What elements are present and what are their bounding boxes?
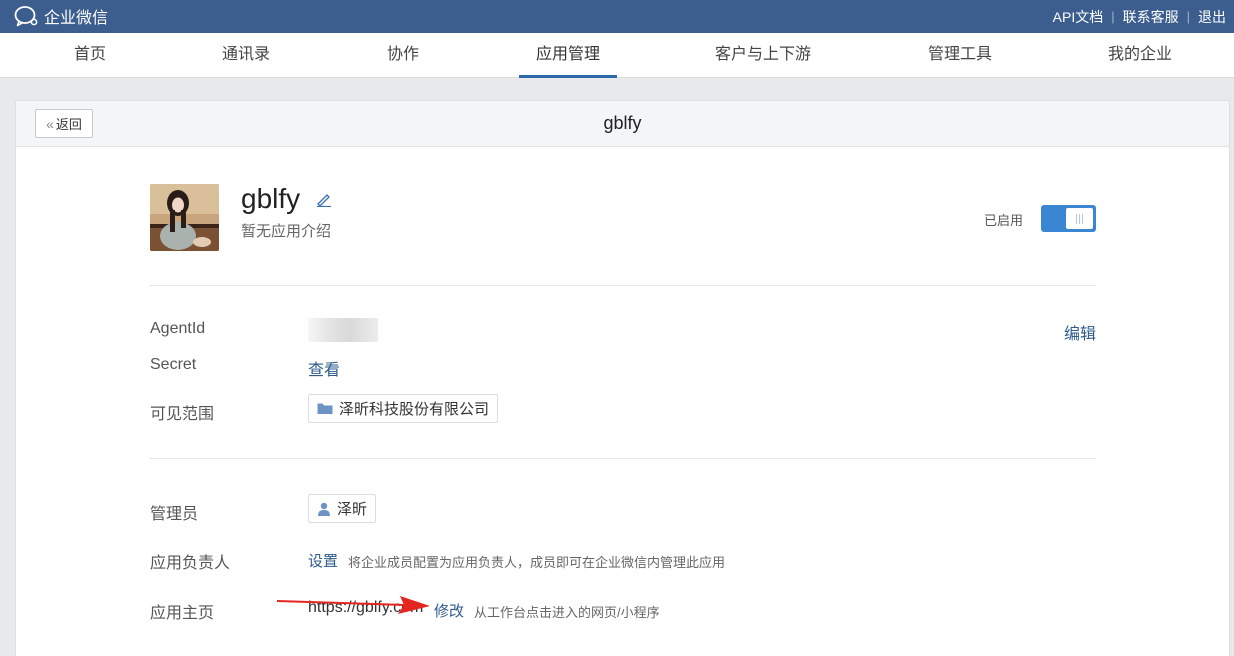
contact-support-link[interactable]: 联系客服	[1115, 7, 1187, 27]
nav-item-admin-tools[interactable]: 管理工具	[918, 33, 1002, 78]
logout-link[interactable]: 退出	[1190, 7, 1234, 27]
nav-item-app-management[interactable]: 应用管理	[519, 33, 617, 78]
visible-scope-tag[interactable]: 泽昕科技股份有限公司	[308, 394, 499, 423]
app-description: 暂无应用介绍	[241, 223, 332, 240]
admin-label: 管理员	[150, 506, 199, 523]
nav-item-my-company[interactable]: 我的企业	[1096, 33, 1184, 78]
set-owner-link[interactable]: 设置	[308, 550, 338, 571]
logo[interactable]: 企业微信	[14, 5, 108, 27]
app-name: gblfy	[241, 183, 301, 214]
divider	[150, 285, 1096, 286]
agentid-label: AgentId	[150, 320, 206, 337]
nav-item-collaboration[interactable]: 协作	[372, 33, 434, 78]
modify-homepage-link[interactable]: 修改	[434, 600, 464, 621]
homepage-label: 应用主页	[150, 605, 215, 622]
view-secret-link[interactable]: 查看	[308, 356, 340, 380]
admin-tag[interactable]: 泽昕	[308, 494, 377, 523]
api-docs-link[interactable]: API文档	[1045, 7, 1112, 27]
visible-scope-label: 可见范围	[150, 406, 215, 423]
user-icon	[318, 502, 330, 516]
app-owner-label: 应用负责人	[150, 555, 231, 572]
status-label: 已启用	[984, 213, 1024, 228]
owner-hint: 将企业成员配置为应用负责人，成员即可在企业微信内管理此应用	[348, 555, 726, 570]
nav-item-contacts[interactable]: 通讯录	[210, 33, 282, 78]
admin-name: 泽昕	[337, 501, 368, 518]
agentid-value-redacted	[308, 318, 378, 342]
app-detail-panel: « 返回 gblfy gblfy 暂无应用介绍 已启用 AgentId 编辑 S…	[15, 100, 1230, 656]
red-arrow-annotation	[277, 596, 430, 614]
secret-label: Secret	[150, 356, 197, 373]
enable-toggle[interactable]	[1041, 205, 1096, 232]
folder-icon	[317, 403, 333, 414]
visible-scope-value: 泽昕科技股份有限公司	[339, 401, 490, 418]
toggle-knob	[1066, 208, 1093, 229]
avatar-image	[150, 184, 219, 251]
logo-text: 企业微信	[44, 10, 109, 27]
wework-logo-icon	[14, 6, 38, 27]
panel-header: « 返回 gblfy	[16, 101, 1229, 147]
app-avatar[interactable]	[150, 184, 219, 251]
top-links: API文档 | 联系客服 | 退出	[1045, 0, 1234, 33]
edit-name-icon[interactable]	[316, 193, 332, 210]
homepage-hint: 从工作台点击进入的网页/小程序	[474, 605, 660, 620]
nav-item-customers[interactable]: 客户与上下游	[703, 33, 823, 78]
panel-title: gblfy	[603, 113, 642, 133]
top-bar: 企业微信 API文档 | 联系客服 | 退出	[0, 0, 1234, 33]
divider	[150, 458, 1096, 459]
main-nav: 首页 通讯录 协作 应用管理 客户与上下游 管理工具 我的企业	[0, 33, 1234, 78]
nav-item-home[interactable]: 首页	[58, 33, 122, 78]
edit-link[interactable]: 编辑	[1064, 320, 1096, 344]
